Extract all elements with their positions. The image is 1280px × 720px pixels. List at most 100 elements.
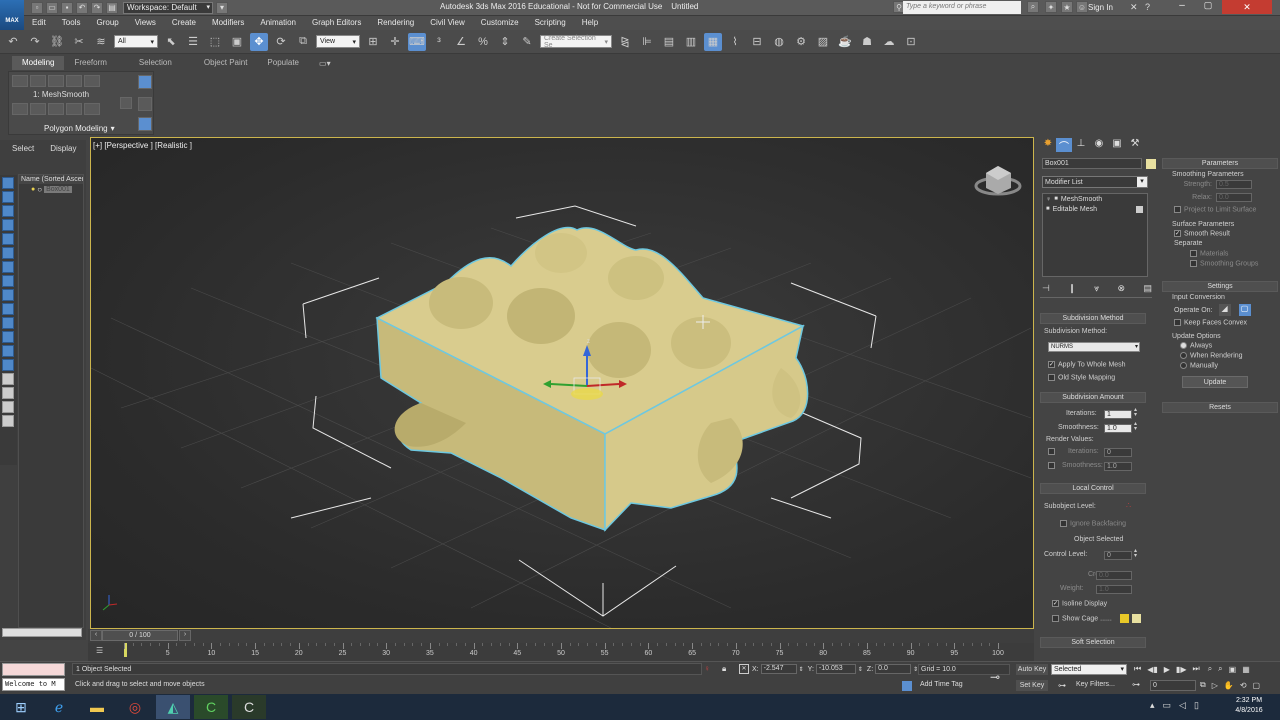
- remove-modifier-icon[interactable]: ⊗: [1118, 283, 1126, 294]
- spinner-arrows-icon[interactable]: ▴ ▾: [1134, 548, 1137, 559]
- preview-on-icon[interactable]: [66, 103, 82, 115]
- zoom-all-icon[interactable]: ⌕: [1218, 664, 1222, 674]
- create-tab-icon[interactable]: ✸: [1040, 138, 1056, 152]
- selected-dropdown[interactable]: Selected ▾: [1051, 664, 1127, 675]
- angle-snap-icon[interactable]: ∠: [452, 33, 470, 51]
- next-modifier-icon[interactable]: [30, 103, 46, 115]
- schematic-view-icon[interactable]: ⊟: [748, 33, 766, 51]
- ref-coord-dropdown[interactable]: View ▾: [316, 35, 360, 48]
- operate-on-triangles-icon[interactable]: ◢: [1218, 304, 1231, 317]
- network-icon[interactable]: ▭: [1163, 700, 1172, 711]
- user-icon[interactable]: ☺: [1076, 1, 1088, 13]
- object-color-swatch[interactable]: [1146, 158, 1156, 169]
- render-setup-icon[interactable]: ⚙: [792, 33, 810, 51]
- configure-sets-icon[interactable]: ▤: [1143, 283, 1152, 294]
- isolate-icon[interactable]: ♀: [704, 664, 710, 673]
- spinner-arrows-icon[interactable]: ▴ ▾: [1134, 421, 1137, 432]
- key-mode-icon[interactable]: ⊶: [1132, 680, 1140, 689]
- menu-graph-editors[interactable]: Graph Editors: [304, 16, 369, 30]
- lock-selection-icon[interactable]: 🔒︎: [722, 664, 726, 674]
- fov-icon[interactable]: ▷: [1212, 681, 1218, 690]
- rollout-parameters[interactable]: Parameters: [1162, 158, 1278, 169]
- camtasia-icon[interactable]: C: [194, 695, 228, 719]
- tab-freeform[interactable]: Freeform: [64, 56, 116, 70]
- select-move-icon[interactable]: ✥: [250, 32, 268, 51]
- display-groups-icon[interactable]: [2, 303, 14, 315]
- zoom-extents-icon[interactable]: ▣: [1229, 665, 1237, 674]
- smooth-result-checkbox[interactable]: ✓ Smooth Result: [1174, 230, 1280, 238]
- explorer-icon[interactable]: ▬: [80, 695, 114, 719]
- checkbox[interactable]: ✓: [1052, 600, 1059, 607]
- display-tab-icon[interactable]: ▣: [1108, 138, 1126, 152]
- menu-rendering[interactable]: Rendering: [369, 16, 422, 30]
- rollout-resets[interactable]: Resets: [1162, 401, 1278, 413]
- rollout-soft-selection[interactable]: Soft Selection: [1040, 637, 1146, 648]
- show-end-result-icon[interactable]: ❙: [1068, 283, 1076, 294]
- perspective-viewport[interactable]: [+] [Perspective ] [Realistic ] z: [90, 137, 1034, 629]
- time-slider[interactable]: ‹ 0 / 100 ›: [88, 629, 1034, 643]
- menu-customize[interactable]: Customize: [473, 16, 527, 30]
- smoothness-spinner[interactable]: 1.0: [1104, 424, 1132, 433]
- orbit-icon[interactable]: ⟲: [1240, 681, 1247, 690]
- edit-named-selection-icon[interactable]: ✎: [518, 33, 536, 51]
- minimize-button[interactable]: –: [1170, 0, 1194, 14]
- cage-color-swatch[interactable]: [1120, 614, 1129, 623]
- render-in-cloud-icon[interactable]: ☁: [880, 33, 898, 51]
- explorer-scrollbar[interactable]: [2, 628, 82, 637]
- 3dsmax-app-icon[interactable]: ◭: [156, 695, 190, 719]
- checkbox[interactable]: [1048, 374, 1055, 381]
- explorer-tab-display[interactable]: Display: [46, 144, 80, 153]
- materials-checkbox[interactable]: Materials: [1190, 249, 1280, 257]
- listener-pink-field[interactable]: [2, 663, 65, 676]
- exchange-icon[interactable]: ✕: [1130, 2, 1138, 13]
- modify-mode-icon[interactable]: [138, 97, 152, 111]
- collapse-icon[interactable]: [138, 117, 152, 131]
- display-shapes-icon[interactable]: [2, 233, 14, 245]
- rendered-frame-icon[interactable]: ▨: [814, 33, 832, 51]
- explorer-row[interactable]: ● ○ Box001: [19, 185, 83, 194]
- select-scale-icon[interactable]: ⧉: [294, 33, 312, 51]
- prev-modifier-icon[interactable]: [12, 103, 28, 115]
- set-key-mode-icon[interactable]: ⊸: [990, 670, 1000, 684]
- explorer-column-header[interactable]: Name (Sorted Ascen: [19, 175, 83, 184]
- volume-icon[interactable]: ◁: [1179, 700, 1186, 711]
- zoom-extents-all-icon[interactable]: ▦: [1242, 665, 1250, 674]
- auto-key-button[interactable]: Auto Key: [1016, 664, 1048, 675]
- relax-spinner[interactable]: 0.0: [1216, 193, 1252, 202]
- expand-icon[interactable]: ■: [1054, 196, 1058, 202]
- mini-curve-editor-icon[interactable]: ☰: [96, 646, 103, 655]
- display-all-columns-icon[interactable]: [2, 387, 14, 399]
- zoom-icon[interactable]: ⌕: [1208, 664, 1212, 674]
- taskbar-clock[interactable]: 2:32 PM 4/8/2016: [1224, 696, 1274, 716]
- select-object-icon[interactable]: ⬉: [162, 33, 180, 51]
- radio[interactable]: [1180, 362, 1187, 370]
- named-selection-dropdown[interactable]: Create Selection Se ▾: [540, 35, 612, 49]
- key-filters-icon[interactable]: ⊶: [1058, 681, 1066, 690]
- explorer-tab-select[interactable]: Select: [0, 144, 46, 153]
- display-hidden-icon[interactable]: [2, 373, 14, 385]
- time-prev-button[interactable]: ‹: [90, 630, 102, 641]
- update-rendering-radio[interactable]: When Rendering: [1180, 352, 1280, 359]
- preview-off-icon[interactable]: [48, 103, 64, 115]
- absolute-mode-icon[interactable]: ✕: [739, 664, 749, 674]
- tray-arrow-icon[interactable]: ▴: [1150, 700, 1155, 711]
- display-containers-icon[interactable]: [2, 345, 14, 357]
- spinner-snap-icon[interactable]: ⇕: [496, 33, 514, 51]
- y-coord-field[interactable]: -10.053: [815, 664, 856, 674]
- keep-faces-convex-checkbox[interactable]: Keep Faces Convex: [1174, 319, 1280, 327]
- element-icon[interactable]: [84, 75, 100, 87]
- z-coord-field[interactable]: 0.0: [875, 664, 912, 674]
- light-bulb-icon[interactable]: ●: [31, 186, 35, 193]
- start-button[interactable]: ⊞: [4, 695, 38, 719]
- x-coord-field[interactable]: -2.547: [760, 664, 797, 674]
- tab-modeling[interactable]: Modeling: [12, 56, 65, 70]
- subdivision-method-dropdown[interactable]: NURMS ▾: [1048, 342, 1140, 352]
- utilities-tab-icon[interactable]: ⚒: [1126, 138, 1144, 152]
- render-smoothness-checkbox[interactable]: [1048, 462, 1058, 469]
- favorites-icon[interactable]: ★: [1061, 1, 1073, 13]
- display-helpers-icon[interactable]: [2, 275, 14, 287]
- checkbox[interactable]: [1048, 462, 1055, 469]
- display-cameras-icon[interactable]: [2, 261, 14, 273]
- radio[interactable]: [1180, 352, 1187, 360]
- project-limit-checkbox[interactable]: Project to Limit Surface: [1174, 206, 1280, 213]
